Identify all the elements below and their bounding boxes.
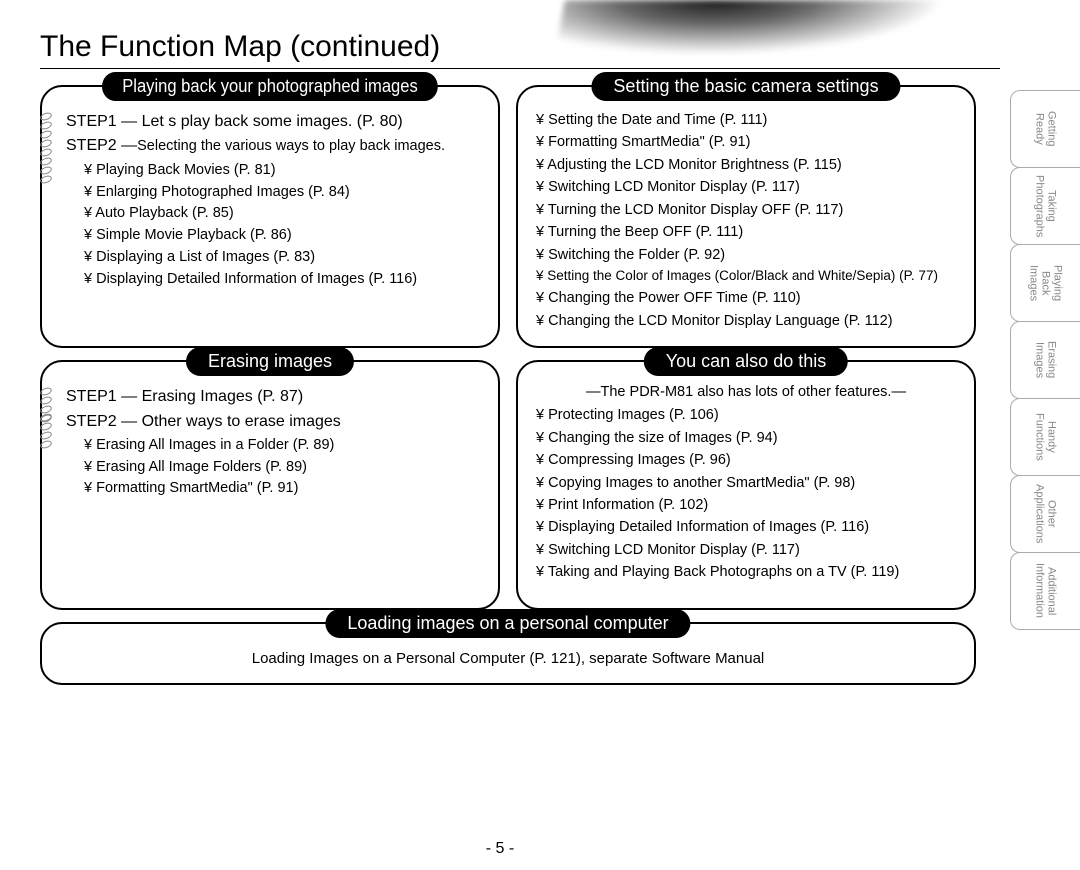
list-item: ¥ Switching LCD Monitor Display (P. 117): [536, 176, 960, 198]
list-item: ¥ Protecting Images (P. 106): [536, 404, 960, 426]
panel-title-loading: Loading images on a personal computer: [325, 609, 690, 638]
side-tab[interactable]: Getting Ready: [1010, 90, 1080, 168]
list-item: ¥ Compressing Images (P. 96): [536, 449, 960, 471]
playing-items: ¥ Playing Back Movies (P. 81) ¥ Enlargin…: [84, 160, 484, 291]
panel-erasing: Erasing images STEP1 — Erasing Images (P…: [40, 360, 500, 610]
list-item: ¥ Enlarging Photographed Images (P. 84): [84, 182, 484, 204]
loading-text: Loading Images on a Personal Computer (P…: [56, 646, 960, 669]
erasing-step2: STEP2 — Other ways to erase images: [66, 411, 484, 433]
also-items: ¥ Protecting Images (P. 106) ¥ Changing …: [536, 404, 960, 584]
list-item: ¥ Displaying a List of Images (P. 83): [84, 247, 484, 269]
list-item: ¥ Switching the Folder (P. 92): [536, 244, 960, 266]
panel-title-erasing: Erasing images: [186, 347, 354, 376]
panel-loading: Loading images on a personal computer Lo…: [40, 622, 976, 685]
panel-title-settings: Setting the basic camera settings: [591, 72, 900, 101]
side-tab[interactable]: Handy Functions: [1010, 398, 1080, 476]
page-content: The Function Map (continued) Playing bac…: [40, 30, 1000, 850]
list-item: ¥ Turning the LCD Monitor Display OFF (P…: [536, 199, 960, 221]
step2-text: STEP2 —Selecting the various ways to pla…: [66, 135, 484, 157]
side-tabs: Getting Ready Taking Photographs Playing…: [1010, 90, 1080, 629]
step1-text: STEP1 — Let s play back some images. (P.…: [66, 111, 484, 133]
list-item: ¥ Copying Images to another SmartMedia" …: [536, 472, 960, 494]
settings-items: ¥ Setting the Date and Time (P. 111) ¥ F…: [536, 109, 960, 332]
side-tab[interactable]: Taking Photographs: [1010, 167, 1080, 245]
list-item: ¥ Changing the size of Images (P. 94): [536, 427, 960, 449]
list-item: ¥ Formatting SmartMedia" (P. 91): [536, 131, 960, 153]
side-tab[interactable]: Playing Back Images: [1010, 244, 1080, 322]
list-item: ¥ Displaying Detailed Information of Ima…: [536, 516, 960, 538]
page-title: The Function Map (continued): [40, 30, 1000, 69]
panel-grid: Playing back your photographed images ST…: [40, 85, 1000, 685]
erasing-step1: STEP1 — Erasing Images (P. 87): [66, 386, 484, 408]
list-item: ¥ Erasing All Image Folders (P. 89): [84, 457, 484, 479]
panel-also: You can also do this —The PDR-M81 also h…: [516, 360, 976, 610]
list-item: ¥ Taking and Playing Back Photographs on…: [536, 561, 960, 583]
list-item: ¥ Switching LCD Monitor Display (P. 117): [536, 539, 960, 561]
list-item: ¥ Adjusting the LCD Monitor Brightness (…: [536, 154, 960, 176]
panel-playing-back: Playing back your photographed images ST…: [40, 85, 500, 348]
list-item: ¥ Formatting SmartMedia" (P. 91): [84, 478, 484, 500]
step2-rest: Selecting the various ways to play back …: [137, 138, 445, 154]
list-item: ¥ Changing the Power OFF Time (P. 110): [536, 287, 960, 309]
also-subtitle: —The PDR-M81 also has lots of other feat…: [532, 384, 960, 400]
list-item: ¥ Turning the Beep OFF (P. 111): [536, 221, 960, 243]
step2-prefix: STEP2 —: [66, 137, 137, 154]
ring-binder-icon: [40, 414, 54, 448]
list-item: ¥ Playing Back Movies (P. 81): [84, 160, 484, 182]
ring-binder-icon: [40, 149, 54, 183]
list-item: ¥ Displaying Detailed Information of Ima…: [84, 269, 484, 291]
list-item: ¥ Simple Movie Playback (P. 86): [84, 225, 484, 247]
panel-settings: Setting the basic camera settings ¥ Sett…: [516, 85, 976, 348]
list-item: ¥ Print Information (P. 102): [536, 494, 960, 516]
list-item: ¥ Changing the LCD Monitor Display Langu…: [536, 310, 960, 332]
ring-binder-icon: [40, 113, 54, 147]
page-number: - 5 -: [0, 840, 1000, 858]
side-tab[interactable]: Erasing Images: [1010, 321, 1080, 399]
erasing-items: ¥ Erasing All Images in a Folder (P. 89)…: [84, 435, 484, 500]
list-item: ¥ Erasing All Images in a Folder (P. 89): [84, 435, 484, 457]
panel-title-playing: Playing back your photographed images: [102, 72, 438, 101]
side-tab[interactable]: Other Applications: [1010, 475, 1080, 553]
list-item: ¥ Setting the Color of Images (Color/Bla…: [536, 266, 960, 287]
panel-title-also: You can also do this: [644, 347, 848, 376]
side-tab[interactable]: Additional Information: [1010, 552, 1080, 630]
list-item: ¥ Setting the Date and Time (P. 111): [536, 109, 960, 131]
list-item: ¥ Auto Playback (P. 85): [84, 203, 484, 225]
